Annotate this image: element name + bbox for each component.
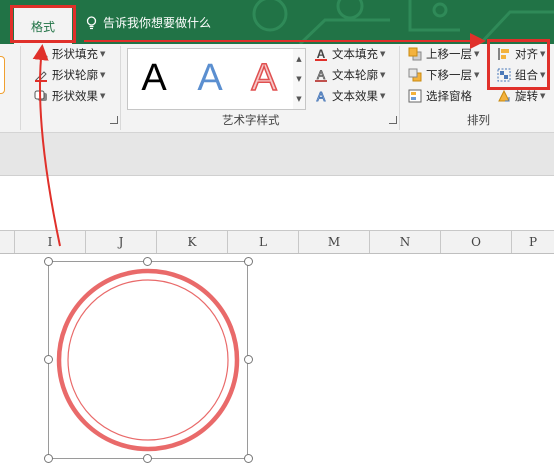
- wordart-gallery[interactable]: A A A: [127, 48, 294, 110]
- selection-pane-label: 选择窗格: [426, 89, 472, 103]
- column-header-p[interactable]: P: [512, 231, 554, 253]
- formula-bar-band: [0, 133, 554, 176]
- highlight-box-align-group: [487, 39, 550, 90]
- text-outline-a-icon: A: [314, 68, 328, 82]
- resize-handle-top-right[interactable]: [244, 257, 253, 266]
- scroll-up-icon[interactable]: ▲: [293, 49, 305, 69]
- wordart-style-red-outline[interactable]: A: [242, 55, 286, 101]
- rotate-label: 旋转: [515, 89, 538, 103]
- resize-handle-top-left[interactable]: [44, 257, 53, 266]
- chevron-down-icon: ▼: [380, 50, 386, 58]
- shape-effects-button[interactable]: 形状效果 ▼: [34, 87, 105, 105]
- rotate-icon: [497, 89, 511, 103]
- formula-bar[interactable]: [0, 176, 554, 231]
- column-header-i[interactable]: I: [15, 231, 86, 253]
- svg-text:A: A: [317, 68, 325, 82]
- selection-pane-button[interactable]: 选择窗格: [408, 87, 472, 105]
- bring-forward-icon: [408, 47, 422, 61]
- svg-text:A: A: [317, 47, 326, 61]
- paint-bucket-icon: [34, 47, 48, 61]
- title-bar: 格式 告诉我你想要做什么: [0, 0, 554, 44]
- chevron-down-icon: ▼: [100, 50, 106, 58]
- highlight-box-format-tab: [10, 5, 76, 43]
- resize-handle-bottom[interactable]: [143, 454, 152, 463]
- arrange-group-label: 排列: [467, 113, 490, 127]
- chevron-down-icon: ▼: [474, 71, 480, 79]
- resize-handle-bottom-left[interactable]: [44, 454, 53, 463]
- column-header-l[interactable]: L: [228, 231, 299, 253]
- wordart-style-black[interactable]: A: [132, 55, 176, 101]
- column-header-j[interactable]: J: [86, 231, 157, 253]
- pencil-outline-icon: [34, 68, 48, 82]
- column-header-k[interactable]: K: [157, 231, 228, 253]
- wordart-gallery-scroller[interactable]: ▲ ▼ ▼: [293, 48, 306, 110]
- send-backward-button[interactable]: 下移一层 ▼: [408, 66, 479, 84]
- chevron-down-icon: ▼: [100, 71, 106, 79]
- group-separator: [120, 46, 121, 130]
- circuit-decoration: [252, 0, 554, 44]
- shape-fill-button[interactable]: 形状填充 ▼: [34, 45, 105, 63]
- send-backward-icon: [408, 68, 422, 82]
- column-header-o[interactable]: O: [441, 231, 512, 253]
- column-header-n[interactable]: N: [370, 231, 441, 253]
- text-effects-button[interactable]: A 文本效果 ▼: [314, 87, 385, 105]
- bring-forward-button[interactable]: 上移一层 ▼: [408, 45, 479, 63]
- chevron-down-icon: ▼: [380, 71, 386, 79]
- text-fill-a-icon: A: [314, 47, 328, 61]
- resize-handle-bottom-right[interactable]: [244, 454, 253, 463]
- chevron-down-icon: ▼: [474, 50, 480, 58]
- group-separator: [399, 46, 400, 130]
- shape-style-preset-partial[interactable]: [0, 56, 5, 94]
- shape-effects-label: 形状效果: [52, 89, 98, 103]
- resize-handle-top[interactable]: [143, 257, 152, 266]
- group-separator: [20, 46, 21, 130]
- column-header-m[interactable]: M: [299, 231, 370, 253]
- wordart-styles-launcher[interactable]: [389, 116, 397, 124]
- tell-me-text: 告诉我你想要做什么: [103, 16, 212, 30]
- column-headers: I J K L M N O P: [0, 231, 554, 254]
- ribbon: 形状填充 ▼ 形状轮廓 ▼ 形状效果 ▼ A A A ▲ ▼ ▼ A 文本填充 …: [0, 44, 554, 133]
- text-fill-button[interactable]: A 文本填充 ▼: [314, 45, 385, 63]
- wordart-styles-group-label: 艺术字样式: [222, 113, 280, 127]
- text-fill-label: 文本填充: [332, 47, 378, 61]
- gallery-more-icon[interactable]: ▼: [293, 89, 305, 109]
- bring-forward-label: 上移一层: [426, 47, 472, 61]
- shape-fill-label: 形状填充: [52, 47, 98, 61]
- chevron-down-icon: ▼: [100, 92, 106, 100]
- text-outline-button[interactable]: A 文本轮廓 ▼: [314, 66, 385, 84]
- resize-handle-right[interactable]: [244, 355, 253, 364]
- shape-outline-button[interactable]: 形状轮廓 ▼: [34, 66, 105, 84]
- scroll-down-icon[interactable]: ▼: [293, 69, 305, 89]
- wordart-style-blue[interactable]: A: [188, 55, 232, 101]
- send-backward-label: 下移一层: [426, 68, 472, 82]
- text-effects-label: 文本效果: [332, 89, 378, 103]
- chevron-down-icon: ▼: [380, 92, 386, 100]
- text-effects-a-icon: A: [314, 89, 328, 103]
- lightbulb-icon: [86, 15, 97, 29]
- shape-outline-label: 形状轮廓: [52, 68, 98, 82]
- shape-styles-launcher[interactable]: [110, 116, 118, 124]
- selection-pane-icon: [408, 89, 422, 103]
- text-outline-label: 文本轮廓: [332, 68, 378, 82]
- chevron-down-icon: ▼: [540, 92, 546, 100]
- circle-ring-shape[interactable]: [48, 261, 248, 459]
- svg-text:A: A: [317, 89, 326, 103]
- row-header-corner[interactable]: [0, 231, 15, 253]
- tell-me-search[interactable]: 告诉我你想要做什么: [86, 14, 211, 31]
- shape-effects-icon: [34, 89, 48, 103]
- resize-handle-left[interactable]: [44, 355, 53, 364]
